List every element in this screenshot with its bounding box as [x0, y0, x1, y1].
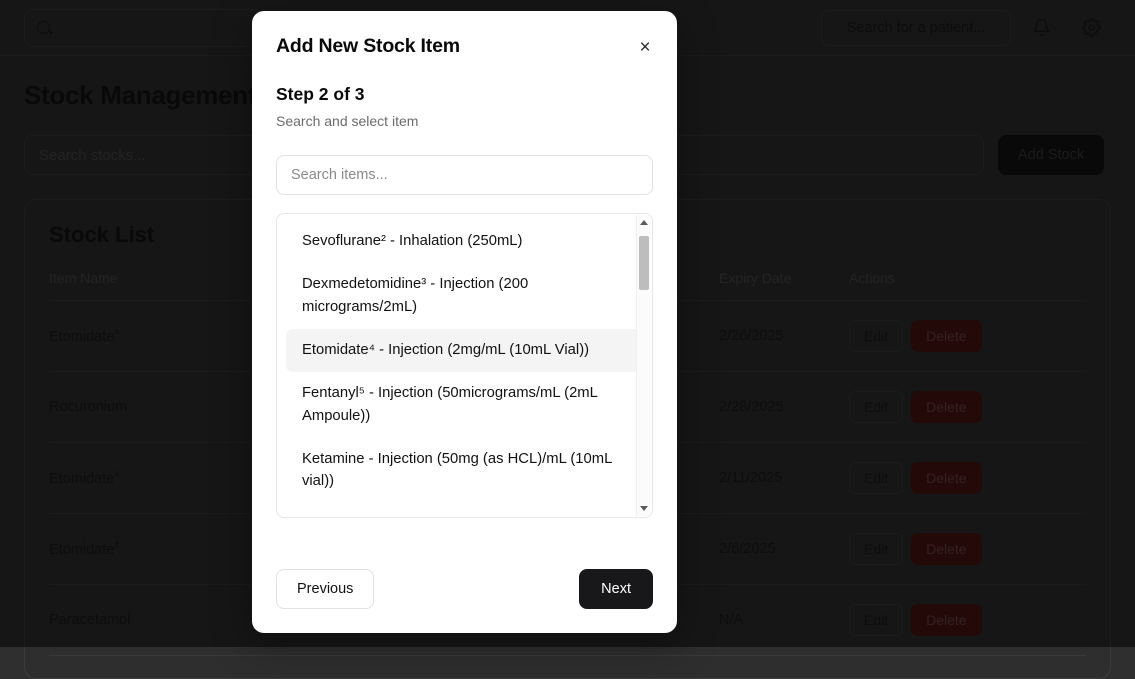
modal-title: Add New Stock Item	[276, 35, 653, 58]
item-option[interactable]: Sevoflurane² - Inhalation (250mL)	[286, 220, 643, 263]
scrollbar-thumb[interactable]	[639, 236, 649, 290]
item-results-list: Sevoflurane² - Inhalation (250mL)Dexmede…	[277, 214, 652, 509]
modal-footer: Previous Next	[276, 569, 653, 609]
item-option[interactable]: Fentanyl⁵ - Injection (50micrograms/mL (…	[286, 372, 643, 438]
dropdown-scrollbar[interactable]	[636, 215, 651, 516]
step-subtitle: Search and select item	[276, 113, 653, 129]
item-results-scroll[interactable]: Sevoflurane² - Inhalation (250mL)Dexmede…	[277, 214, 652, 517]
step-title: Step 2 of 3	[276, 84, 653, 105]
close-icon[interactable]: ×	[631, 33, 659, 61]
item-option[interactable]: Ketamine - Injection (50mg (as HCL)/mL (…	[286, 438, 643, 504]
scroll-down-icon[interactable]	[637, 502, 651, 515]
previous-button[interactable]: Previous	[276, 569, 374, 609]
scroll-up-icon[interactable]	[637, 216, 651, 229]
item-option-selected[interactable]: Etomidate⁴ - Injection (2mg/mL (10mL Via…	[286, 329, 643, 372]
item-results-dropdown: Sevoflurane² - Inhalation (250mL)Dexmede…	[276, 213, 653, 518]
item-option[interactable]: Dexmedetomidine³ - Injection (200 microg…	[286, 263, 643, 329]
next-button[interactable]: Next	[579, 569, 653, 609]
add-stock-modal: × Add New Stock Item Step 2 of 3 Search …	[252, 11, 677, 633]
item-search-input[interactable]	[276, 155, 653, 195]
